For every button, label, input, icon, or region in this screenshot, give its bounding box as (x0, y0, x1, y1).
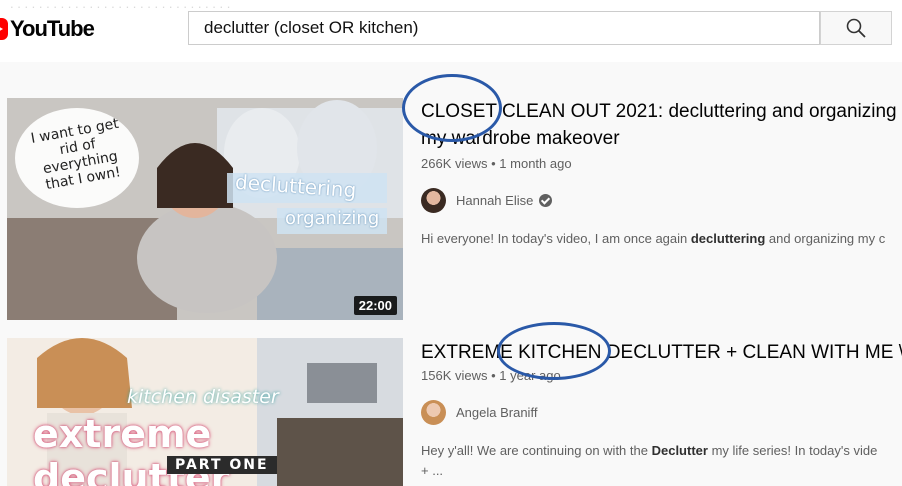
channel-name[interactable]: Hannah Elise (456, 193, 533, 208)
upload-age: 1 month ago (499, 156, 572, 171)
thumbnail-caption: organizing (285, 208, 380, 229)
video-title[interactable]: EXTREME KITCHEN DECLUTTER + CLEAN WITH M… (421, 339, 902, 366)
description-highlight: Declutter (651, 443, 708, 458)
view-count: 156K views (421, 368, 488, 383)
description-text: + ... (421, 463, 444, 478)
masthead: . . . . . . . . . . . . . . . . . . . . … (0, 0, 902, 62)
background-text: . . . . . . . . . . . . . . . . . . . . … (10, 0, 231, 11)
separator-dot: • (491, 368, 496, 383)
view-count: 266K views (421, 156, 488, 171)
channel-name[interactable]: Angela Braniff (456, 405, 537, 420)
video-thumbnail[interactable]: kitchen disaster extreme declutter PART … (7, 338, 403, 486)
verified-badge-icon (539, 194, 553, 207)
channel-link[interactable]: Hannah Elise (421, 188, 553, 213)
video-title-line: my wardrobe makeover (421, 128, 620, 149)
annotation-circle (402, 74, 502, 142)
channel-avatar[interactable] (421, 188, 446, 213)
video-title-line: EXTREME KITCHEN DECLUTTER + CLEAN WITH M… (421, 342, 902, 363)
play-logo-icon (0, 18, 8, 40)
description-highlight: decluttering (690, 231, 766, 246)
video-thumbnail[interactable]: I want to get rid of everything that I o… (7, 98, 403, 320)
separator-dot: • (491, 156, 496, 171)
video-description: Hey y'all! We are continuing on with the… (421, 441, 877, 481)
channel-avatar[interactable] (421, 400, 446, 425)
description-text: Hey y'all! We are continuing on with the (421, 443, 652, 458)
description-text: Hi everyone! In today's video, I am once… (421, 231, 691, 246)
search-button[interactable] (820, 11, 892, 45)
annotation-circle (497, 322, 611, 380)
youtube-logo[interactable]: YouTube (0, 14, 95, 44)
video-metadata: 266K views • 1 month ago (421, 156, 572, 171)
thumbnail-caption: extreme declutter (33, 412, 230, 486)
description-text: my life series! In today's vide (707, 443, 878, 458)
search-icon (846, 18, 866, 38)
video-duration: 22:00 (353, 296, 397, 315)
search-input[interactable] (202, 17, 819, 39)
channel-link[interactable]: Angela Braniff (421, 400, 537, 425)
thumbnail-caption: kitchen disaster (127, 386, 279, 408)
search-box[interactable] (188, 11, 820, 45)
description-text: and organizing my c (765, 231, 886, 246)
logo-text: YouTube (10, 16, 95, 41)
video-description: Hi everyone! In today's video, I am once… (421, 229, 885, 249)
thumbnail-caption: PART ONE (167, 456, 277, 474)
